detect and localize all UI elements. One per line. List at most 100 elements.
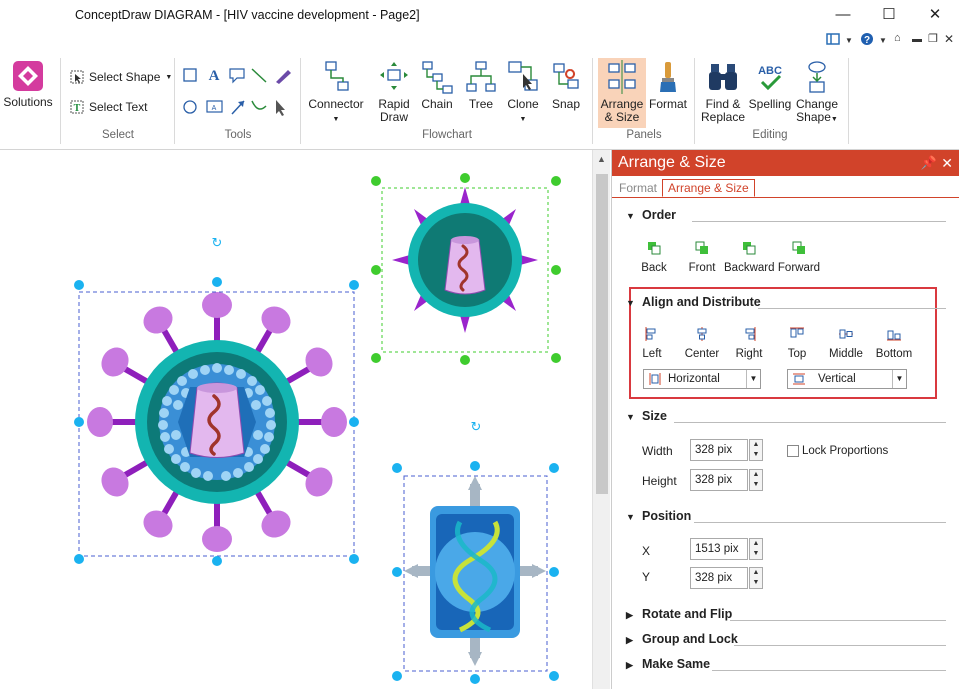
close-button[interactable]: ✕ bbox=[912, 4, 958, 26]
section-divider bbox=[692, 221, 946, 222]
align-left-icon bbox=[645, 327, 656, 341]
chevron-down-icon[interactable]: ▼ bbox=[845, 36, 853, 45]
ribbon-separator bbox=[60, 58, 61, 144]
dna-card-shape[interactable] bbox=[404, 476, 546, 666]
tab-format[interactable]: Format bbox=[614, 180, 662, 196]
scrollbar-thumb[interactable] bbox=[596, 174, 608, 494]
svg-text:A: A bbox=[209, 68, 220, 84]
chevron-down-icon[interactable]: ▼ bbox=[879, 36, 887, 45]
section-divider bbox=[734, 645, 946, 646]
format-label: Format bbox=[648, 97, 687, 111]
triangle-down-icon: ▼ bbox=[626, 512, 635, 522]
minimize-doc-icon[interactable]: ▬ bbox=[912, 34, 922, 45]
chevron-down-icon: ▼ bbox=[332, 116, 340, 123]
svg-text:A: A bbox=[212, 105, 217, 112]
drawing-canvas[interactable]: ↻ ↻ bbox=[0, 150, 592, 689]
scroll-up-icon[interactable]: ▲ bbox=[597, 154, 606, 164]
align-top-button[interactable]: Top bbox=[780, 326, 814, 360]
binoculars-icon bbox=[709, 64, 737, 90]
size-section-head[interactable]: ▼ Size bbox=[626, 409, 667, 423]
align-right-button[interactable]: Right bbox=[730, 326, 768, 360]
triangle-down-icon: ▼ bbox=[626, 211, 635, 221]
width-stepper[interactable]: ▲ ▼ bbox=[749, 439, 763, 461]
height-stepper[interactable]: ▲ ▼ bbox=[749, 469, 763, 491]
arrange-size-label-2: & Size bbox=[604, 110, 640, 124]
align-left-button[interactable]: Left bbox=[634, 326, 670, 360]
connector-button[interactable]: Connector ▼ bbox=[304, 60, 368, 126]
pin-icon[interactable]: 📌 bbox=[921, 150, 937, 176]
vertical-scrollbar[interactable]: ▲ bbox=[592, 150, 610, 689]
tree-button[interactable]: Tree bbox=[460, 60, 502, 111]
horizontal-distribute-dropdown[interactable]: Horizontal ▼ bbox=[643, 369, 761, 389]
help-icon[interactable]: ? bbox=[860, 32, 874, 49]
arrange-size-panel: Arrange & Size 📌 ✕ Format Arrange & Size… bbox=[611, 150, 959, 689]
order-backward-button[interactable]: Backward bbox=[724, 240, 775, 274]
minimize-button[interactable]: — bbox=[820, 4, 866, 26]
order-section-head[interactable]: ▼ Order bbox=[626, 208, 676, 222]
chevron-down-icon: ▼ bbox=[830, 116, 838, 123]
maximize-button[interactable]: ☐ bbox=[866, 4, 912, 26]
align-section-head[interactable]: ▼ Align and Distribute bbox=[626, 295, 761, 309]
restore-doc-icon[interactable]: ❐ bbox=[928, 32, 938, 45]
y-stepper[interactable]: ▲ ▼ bbox=[749, 567, 763, 589]
svg-text:T: T bbox=[74, 103, 81, 114]
close-doc-icon[interactable]: ✕ bbox=[944, 32, 954, 46]
order-forward-button[interactable]: Forward bbox=[774, 240, 824, 274]
align-center-button[interactable]: Center bbox=[680, 326, 724, 360]
tab-arrange-size[interactable]: Arrange & Size bbox=[662, 179, 755, 197]
tools-grid[interactable]: A A bbox=[182, 66, 294, 116]
order-heading: Order bbox=[642, 208, 677, 222]
connector-label: Connector bbox=[308, 97, 364, 111]
select-text-button[interactable]: T Select Text bbox=[70, 100, 147, 114]
chain-button[interactable]: Chain bbox=[416, 60, 458, 111]
virus-large-shape[interactable] bbox=[87, 292, 347, 552]
align-bottom-button[interactable]: Bottom bbox=[872, 326, 916, 360]
y-position-field[interactable]: 328 pix bbox=[690, 567, 748, 589]
layout-icon[interactable] bbox=[826, 32, 840, 49]
bring-forward-icon bbox=[792, 241, 805, 254]
order-back-label: Back bbox=[641, 262, 667, 274]
diagram-svg[interactable]: ↻ ↻ bbox=[0, 150, 592, 689]
order-front-button[interactable]: Front bbox=[682, 240, 722, 274]
clone-button[interactable]: Clone ▼ bbox=[502, 60, 544, 126]
width-field[interactable]: 328 pix bbox=[690, 439, 748, 461]
make-same-section[interactable]: ▶ Make Same bbox=[626, 657, 710, 671]
virus-small-shape[interactable] bbox=[392, 187, 538, 333]
svg-text:↻: ↻ bbox=[212, 236, 223, 251]
lock-proportions-checkbox[interactable] bbox=[787, 445, 799, 457]
order-back-button[interactable]: Back bbox=[634, 240, 674, 274]
format-button[interactable]: Format bbox=[646, 60, 690, 111]
ribbon-separator bbox=[694, 58, 695, 144]
arrange-size-button[interactable]: Arrange & Size bbox=[598, 58, 646, 128]
vertical-distribute-dropdown[interactable]: Vertical ▼ bbox=[787, 369, 907, 389]
select-shape-button[interactable]: Select Shape ▼ bbox=[70, 70, 172, 84]
snap-button[interactable]: Snap bbox=[546, 60, 586, 111]
triangle-down-icon: ▼ bbox=[626, 412, 635, 422]
x-label: X bbox=[642, 544, 651, 558]
order-backward-label: Backward bbox=[724, 262, 775, 274]
vertical-value: Vertical bbox=[818, 373, 856, 385]
change-shape-label: Change bbox=[795, 97, 839, 111]
group-lock-section[interactable]: ▶ Group and Lock bbox=[626, 632, 738, 646]
rapid-draw-button[interactable]: Rapid Draw bbox=[372, 60, 416, 124]
solutions-icon bbox=[13, 61, 43, 91]
chain-label: Chain bbox=[421, 97, 453, 111]
x-position-field[interactable]: 1513 pix bbox=[690, 538, 748, 560]
align-middle-button[interactable]: Middle bbox=[824, 326, 868, 360]
align-right-icon bbox=[745, 327, 756, 341]
height-field[interactable]: 328 pix bbox=[690, 469, 748, 491]
change-shape-button[interactable]: Change Shape▼ bbox=[792, 60, 842, 126]
align-middle-label: Middle bbox=[829, 348, 863, 360]
ribbon-separator bbox=[300, 58, 301, 144]
y-label: Y bbox=[642, 570, 651, 584]
ribbon-separator bbox=[848, 58, 849, 144]
solutions-button[interactable]: Solutions bbox=[2, 60, 54, 109]
panel-close-icon[interactable]: ✕ bbox=[941, 150, 953, 176]
collapse-ribbon-icon[interactable]: ⌂ bbox=[894, 32, 901, 44]
position-section-head[interactable]: ▼ Position bbox=[626, 509, 691, 523]
spelling-button[interactable]: ABC Spelling bbox=[748, 60, 792, 111]
find-replace-button[interactable]: Find & Replace bbox=[698, 60, 748, 124]
title-bar: ConceptDraw DIAGRAM - [HIV vaccine devel… bbox=[0, 0, 959, 30]
rotate-flip-section[interactable]: ▶ Rotate and Flip bbox=[626, 607, 732, 621]
x-stepper[interactable]: ▲ ▼ bbox=[749, 538, 763, 560]
